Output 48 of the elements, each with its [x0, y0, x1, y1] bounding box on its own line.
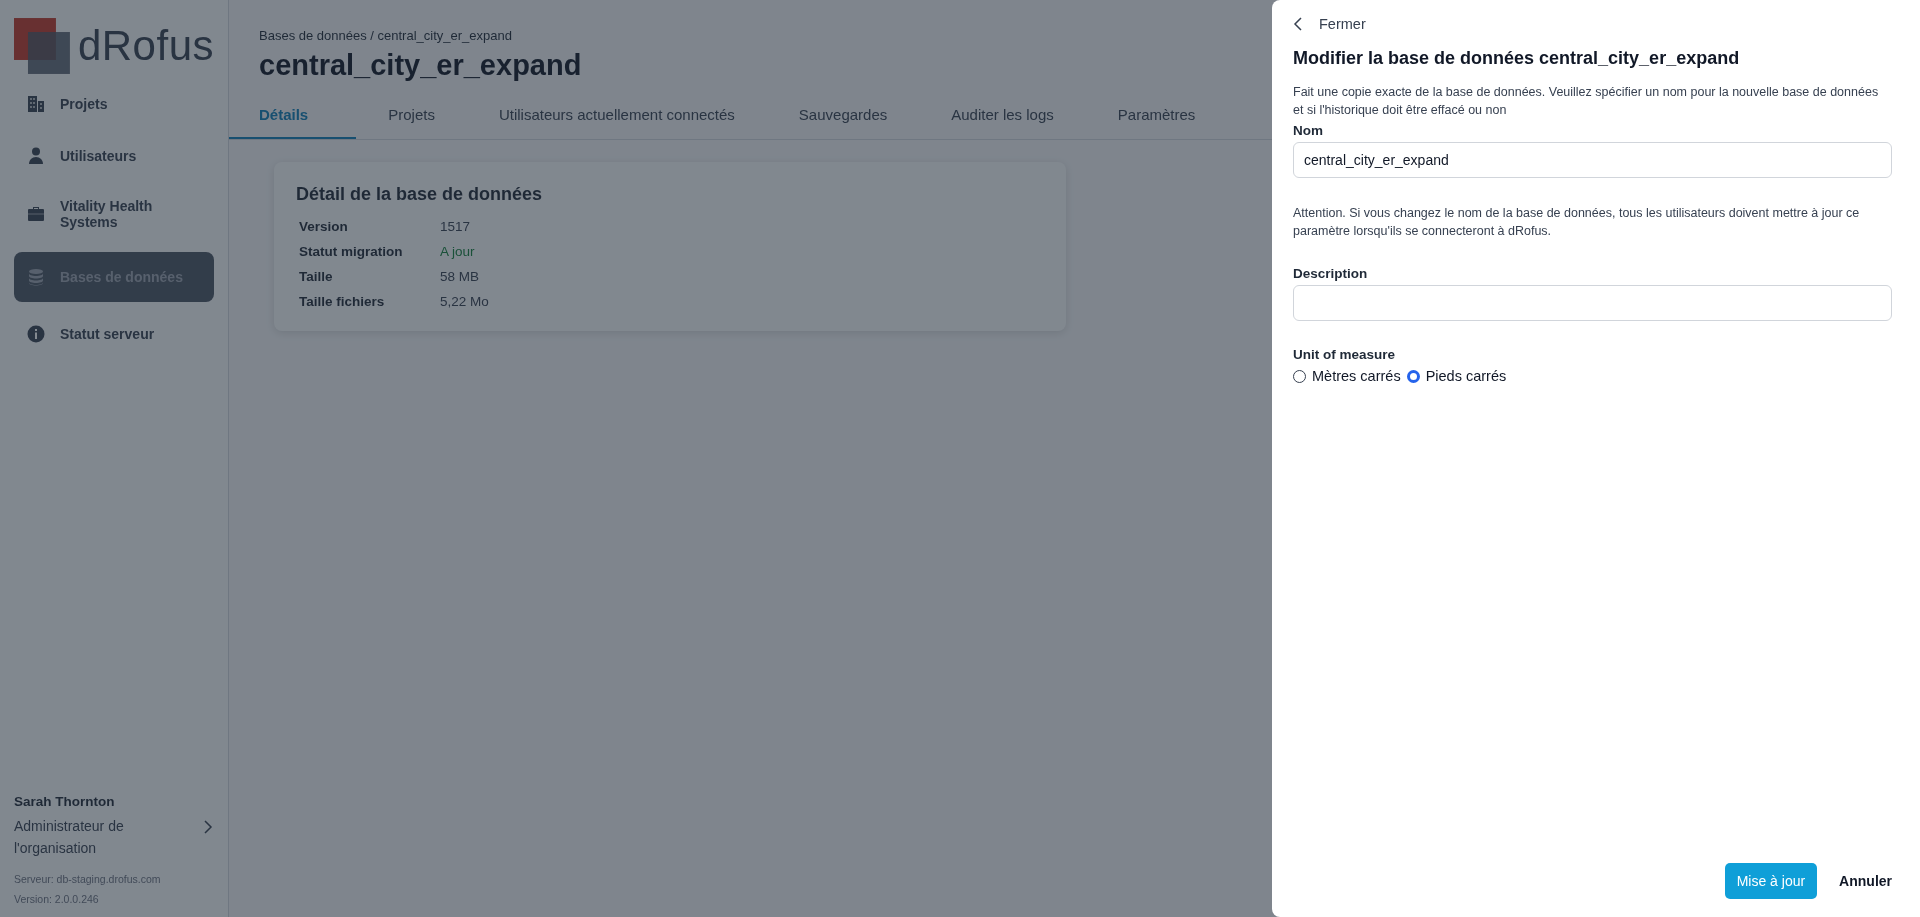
- detail-label: Taille fichiers: [299, 294, 386, 309]
- detail-value: 5,22 Mo: [440, 294, 490, 309]
- tab[interactable]: Utilisateurs actuellement connectés: [466, 96, 767, 139]
- nav-item[interactable]: Vitality Health Systems: [14, 188, 214, 240]
- warning-text: Attention. Si vous changez le nom de la base de données, tous les utilisateurs doivent mettre à jour ce paramètre lorsqu'ils se connecteront à dRofus.: [1293, 205, 1861, 240]
- building-icon: [26, 94, 46, 114]
- tab[interactable]: Détails: [229, 96, 357, 139]
- nav-item[interactable]: Statut serveur: [14, 314, 214, 354]
- cancel-button[interactable]: Annuler: [1839, 863, 1892, 899]
- radio-button[interactable]: [1406, 369, 1420, 383]
- description-field[interactable]: [1293, 285, 1892, 321]
- detail-value: 58 MB: [440, 269, 481, 284]
- tab[interactable]: Auditer les logs: [919, 96, 1086, 139]
- status-text: A jour: [440, 244, 476, 259]
- nav-item[interactable]: Projets: [14, 84, 214, 124]
- server-text: Serveur: db-staging.drofus.com: [14, 873, 162, 885]
- field-label: Description: [1293, 266, 1369, 281]
- card-title: Détail de la base de données: [296, 184, 544, 205]
- chevron-right-icon[interactable]: [202, 818, 214, 835]
- name-field[interactable]: central_city_er_expand: [1293, 142, 1892, 178]
- update-button[interactable]: Mise à jour: [1724, 863, 1818, 899]
- radio-label[interactable]: Mètres carrés: [1312, 368, 1401, 384]
- detail-label: Taille: [299, 269, 334, 284]
- user-icon: [26, 146, 46, 166]
- tab[interactable]: Projets: [356, 96, 467, 139]
- detail-value: 1517: [440, 219, 472, 234]
- tab[interactable]: Paramètres: [1085, 96, 1228, 139]
- database-icon: [26, 267, 46, 287]
- page-title: central_city_er_expand: [259, 49, 582, 82]
- breadcrumb: Bases de données / central_city_er_expand: [259, 28, 513, 43]
- nav-item[interactable]: Utilisateurs: [14, 136, 214, 176]
- info-icon: [26, 324, 46, 344]
- briefcase-icon: [26, 204, 46, 224]
- user-name: Sarah Thornton: [14, 794, 116, 809]
- radio-label[interactable]: Pieds carrés: [1425, 368, 1507, 384]
- logo-text: dRofus: [77, 22, 214, 70]
- intro-text: Fait une copie exacte de la base de données. Veuillez spécifier un nom pour la nouvelle base de données et si l'historique doit être effacé ou non: [1293, 84, 1880, 119]
- detail-label: Statut migration: [299, 244, 404, 259]
- chevron-left-icon: [1293, 16, 1303, 32]
- version-text: Version: 2.0.0.246: [14, 893, 100, 905]
- tab[interactable]: Sauvegardes: [766, 96, 920, 139]
- detail-label: Version: [299, 219, 349, 234]
- field-label: Unit of measure: [1293, 347, 1397, 362]
- user-role: Administrateur de l'organisation: [14, 817, 125, 858]
- logo-icon: [14, 18, 70, 74]
- field-label: Nom: [1293, 123, 1324, 138]
- panel-heading: Modifier la base de données central_city_er_expand: [1293, 48, 1741, 69]
- close-button[interactable]: Fermer: [1293, 14, 1366, 34]
